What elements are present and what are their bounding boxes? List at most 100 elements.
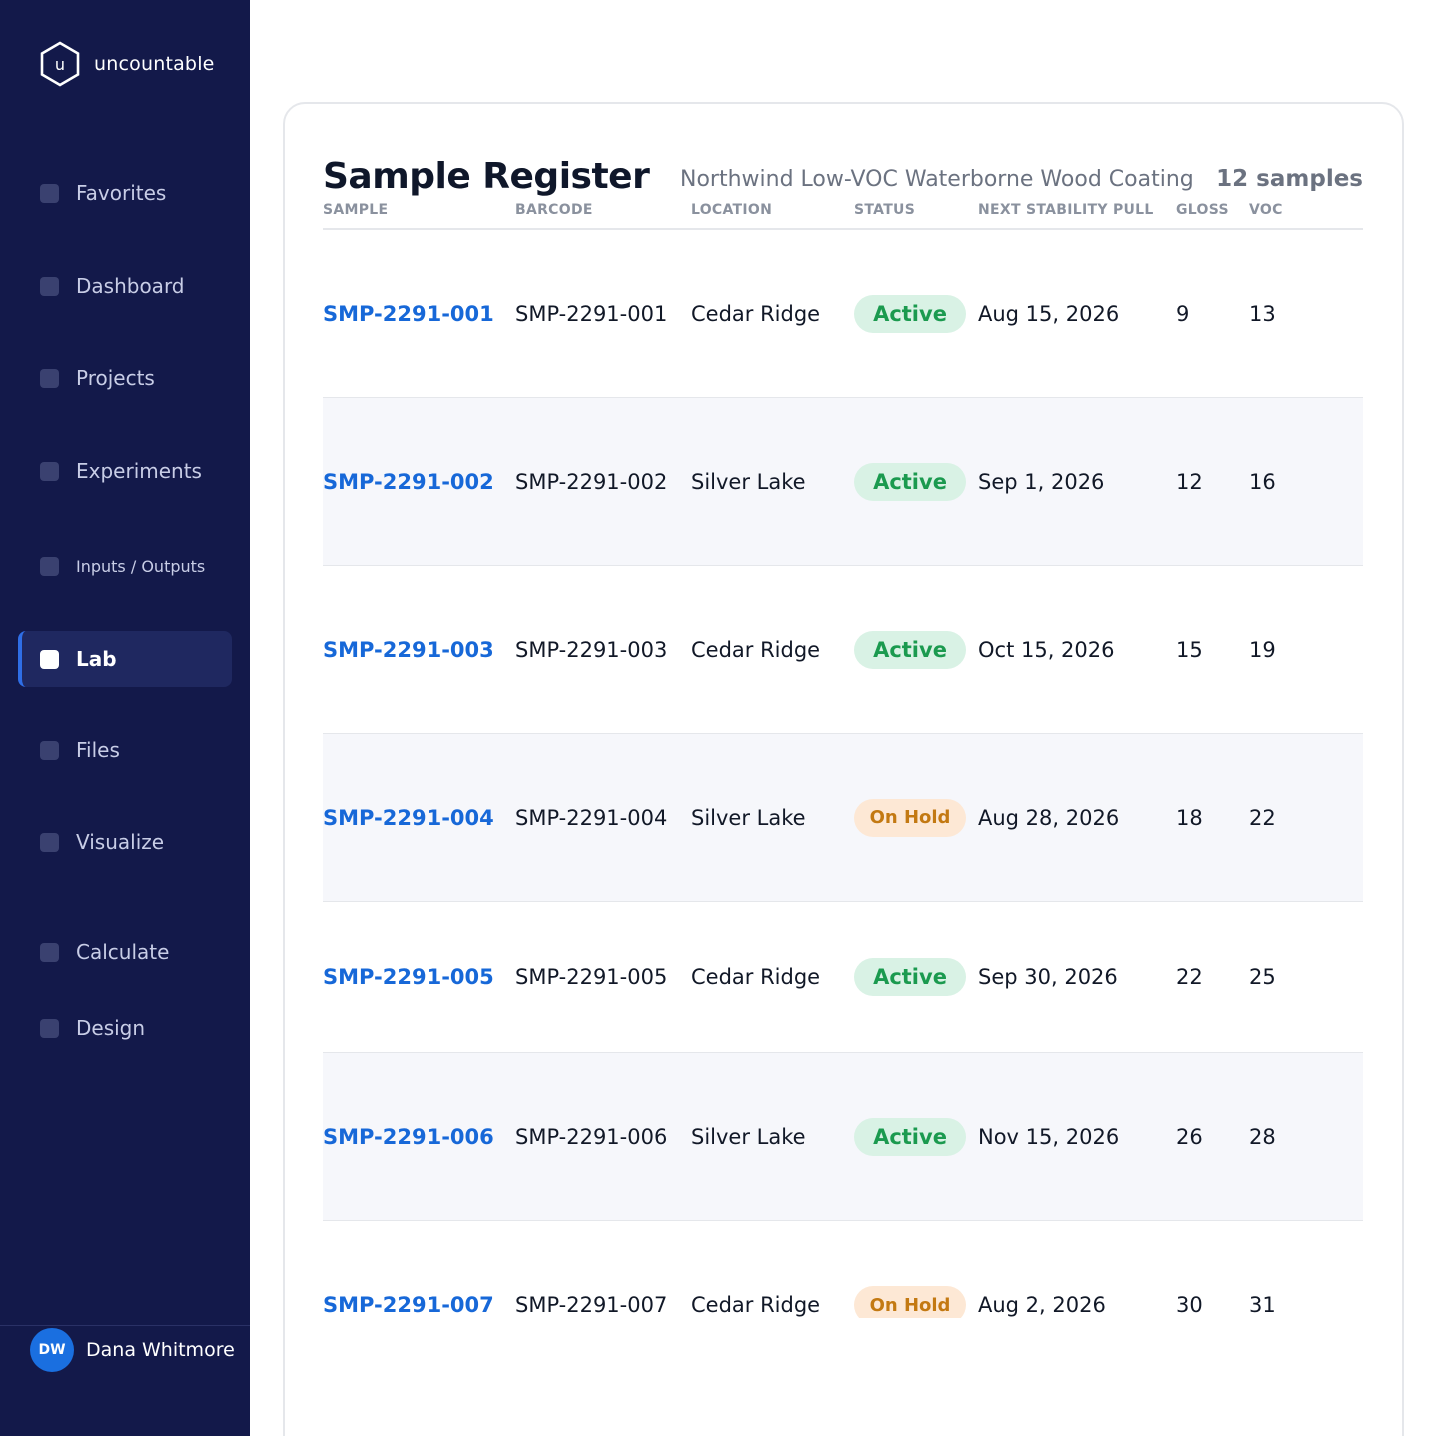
barcode-cell: SMP-2291-001 <box>515 301 668 326</box>
design-icon <box>40 1018 59 1038</box>
logo-hexagon-icon: u <box>40 41 80 87</box>
location-cell: Cedar Ridge <box>691 301 821 326</box>
page-title: Sample Register <box>323 156 650 197</box>
barcode-cell: SMP-2291-003 <box>515 637 668 662</box>
column-header-voc[interactable]: VOC <box>1249 202 1283 218</box>
sidebar-item-projects[interactable]: Projects <box>18 350 232 406</box>
sidebar-item-label: Visualize <box>76 830 165 854</box>
gloss-cell: 15 <box>1176 637 1203 662</box>
sidebar-item-favorites[interactable]: Favorites <box>18 165 232 221</box>
voc-cell: 31 <box>1249 1293 1276 1317</box>
voc-cell: 25 <box>1249 965 1276 989</box>
table-row[interactable]: SMP-2291-004 SMP-2291-004 Silver Lake On… <box>323 734 1363 902</box>
flask-icon <box>40 461 59 481</box>
status-badge: On Hold <box>854 798 966 837</box>
sidebar-item-label: Files <box>76 738 120 762</box>
logo-letter: u <box>55 55 65 74</box>
table-row[interactable]: SMP-2291-002 SMP-2291-002 Silver Lake Ac… <box>323 398 1363 566</box>
sidebar-item-experiments[interactable]: Experiments <box>18 443 232 499</box>
sidebar-item-calculate[interactable]: Calculate <box>18 924 232 980</box>
chart-icon <box>40 832 59 852</box>
sample-link[interactable]: SMP-2291-003 <box>323 638 494 662</box>
barcode-cell: SMP-2291-005 <box>515 965 668 989</box>
barcode-cell: SMP-2291-007 <box>515 1293 668 1317</box>
calculator-icon <box>40 942 59 962</box>
avatar: DW <box>30 1328 74 1372</box>
location-cell: Cedar Ridge <box>691 637 821 662</box>
stability-pull-cell: Nov 15, 2026 <box>978 1124 1120 1149</box>
location-cell: Silver Lake <box>691 805 806 830</box>
barcode-cell: SMP-2291-002 <box>515 469 668 494</box>
stability-pull-cell: Aug 2, 2026 <box>978 1293 1106 1317</box>
user-name: Dana Whitmore <box>86 1339 235 1361</box>
location-cell: Cedar Ridge <box>691 965 821 989</box>
sidebar-item-label: Design <box>76 1016 146 1040</box>
star-icon <box>40 183 59 203</box>
status-badge: Active <box>854 958 966 996</box>
status-badge: On Hold <box>854 1286 966 1318</box>
column-header-status[interactable]: STATUS <box>854 202 915 218</box>
project-name: Northwind Low-VOC Waterborne Wood Coatin… <box>680 167 1194 192</box>
status-badge: Active <box>854 462 966 501</box>
table-row[interactable]: SMP-2291-005 SMP-2291-005 Cedar Ridge Ac… <box>323 902 1363 1053</box>
stability-pull-cell: Sep 1, 2026 <box>978 469 1105 494</box>
stability-pull-cell: Sep 30, 2026 <box>978 965 1118 989</box>
location-cell: Silver Lake <box>691 469 806 494</box>
sidebar-item-inputs-outputs[interactable]: Inputs / Outputs <box>18 538 232 594</box>
sidebar: u uncountable Favorites Dashboard Projec… <box>0 0 250 1436</box>
sample-count: 12 samples <box>1216 166 1363 192</box>
gloss-cell: 26 <box>1176 1124 1203 1149</box>
stability-pull-cell: Aug 15, 2026 <box>978 301 1120 326</box>
location-cell: Cedar Ridge <box>691 1293 821 1317</box>
sidebar-item-label: Experiments <box>76 459 202 483</box>
voc-cell: 13 <box>1249 301 1276 326</box>
status-badge: Active <box>854 1117 966 1156</box>
table-header: SAMPLE BARCODE LOCATION STATUS NEXT STAB… <box>323 198 1363 230</box>
table-row[interactable]: SMP-2291-001 SMP-2291-001 Cedar Ridge Ac… <box>323 230 1363 398</box>
lab-icon <box>40 649 59 669</box>
sample-register-viewport[interactable]: Sample Register Northwind Low-VOC Waterb… <box>283 102 1404 1318</box>
sidebar-item-label: Dashboard <box>76 274 185 298</box>
stability-pull-cell: Oct 15, 2026 <box>978 637 1115 662</box>
sample-link[interactable]: SMP-2291-001 <box>323 302 494 326</box>
voc-cell: 16 <box>1249 469 1276 494</box>
sidebar-item-label: Projects <box>76 366 155 390</box>
sidebar-item-lab[interactable]: Lab <box>18 631 232 687</box>
voc-cell: 22 <box>1249 805 1276 830</box>
user-divider <box>0 1325 250 1326</box>
io-icon <box>40 556 59 576</box>
sidebar-item-files[interactable]: Files <box>18 722 232 778</box>
folder-icon <box>40 368 59 388</box>
status-badge: Active <box>854 294 966 333</box>
sidebar-item-label: Inputs / Outputs <box>76 556 206 576</box>
table-row[interactable]: SMP-2291-007 SMP-2291-007 Cedar Ridge On… <box>323 1221 1363 1318</box>
column-header-next-stability-pull[interactable]: NEXT STABILITY PULL <box>978 202 1154 218</box>
status-badge: Active <box>854 630 966 669</box>
sidebar-item-design[interactable]: Design <box>18 1000 232 1056</box>
stability-pull-cell: Aug 28, 2026 <box>978 805 1120 830</box>
barcode-cell: SMP-2291-004 <box>515 805 668 830</box>
gloss-cell: 12 <box>1176 469 1203 494</box>
sidebar-item-label: Lab <box>76 647 117 671</box>
table-row[interactable]: SMP-2291-003 SMP-2291-003 Cedar Ridge Ac… <box>323 566 1363 734</box>
logo[interactable]: u uncountable <box>38 40 215 88</box>
sample-link[interactable]: SMP-2291-004 <box>323 806 494 830</box>
user-profile[interactable]: DW Dana Whitmore <box>30 1328 235 1372</box>
logo-name: uncountable <box>94 53 215 75</box>
sidebar-item-label: Favorites <box>76 181 167 205</box>
sidebar-item-visualize[interactable]: Visualize <box>18 814 232 870</box>
column-header-barcode[interactable]: BARCODE <box>515 202 593 218</box>
table-row[interactable]: SMP-2291-006 SMP-2291-006 Silver Lake Ac… <box>323 1053 1363 1221</box>
sample-link[interactable]: SMP-2291-002 <box>323 470 494 494</box>
column-header-gloss[interactable]: GLOSS <box>1176 202 1229 218</box>
sample-link[interactable]: SMP-2291-007 <box>323 1293 494 1317</box>
sample-link[interactable]: SMP-2291-005 <box>323 965 494 989</box>
column-header-sample[interactable]: SAMPLE <box>323 202 388 218</box>
voc-cell: 28 <box>1249 1124 1276 1149</box>
gloss-cell: 9 <box>1176 301 1190 326</box>
column-header-location[interactable]: LOCATION <box>691 202 772 218</box>
barcode-cell: SMP-2291-006 <box>515 1124 668 1149</box>
sidebar-item-dashboard[interactable]: Dashboard <box>18 258 232 314</box>
voc-cell: 19 <box>1249 637 1276 662</box>
sample-link[interactable]: SMP-2291-006 <box>323 1125 494 1149</box>
